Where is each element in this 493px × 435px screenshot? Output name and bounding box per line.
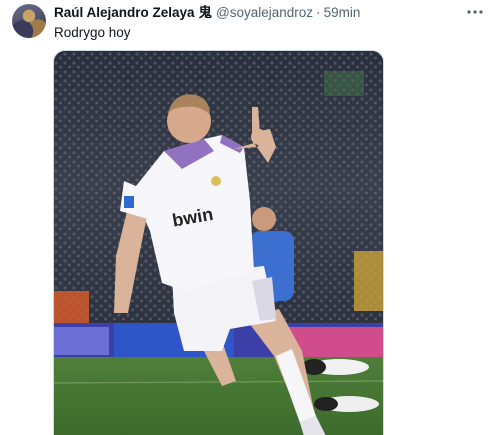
- tweet-photo[interactable]: bwin: [53, 50, 384, 435]
- name-emoji: 鬼: [198, 5, 213, 20]
- display-name[interactable]: Raúl Alejandro Zelaya: [54, 4, 195, 22]
- tweet-header: Raúl Alejandro Zelaya 鬼 @soyalejandroz ·…: [54, 4, 360, 22]
- user-handle[interactable]: @soyalejandroz: [216, 4, 313, 22]
- more-horizontal-icon: [467, 10, 483, 14]
- avatar[interactable]: [12, 4, 46, 38]
- tweet[interactable]: Raúl Alejandro Zelaya 鬼 @soyalejandroz ·…: [0, 0, 493, 435]
- timestamp[interactable]: 59min: [324, 4, 361, 22]
- separator-dot: ·: [316, 5, 321, 20]
- football-photo: bwin: [54, 51, 383, 435]
- tweet-text: Rodrygo hoy: [54, 25, 131, 40]
- more-button[interactable]: [464, 4, 486, 20]
